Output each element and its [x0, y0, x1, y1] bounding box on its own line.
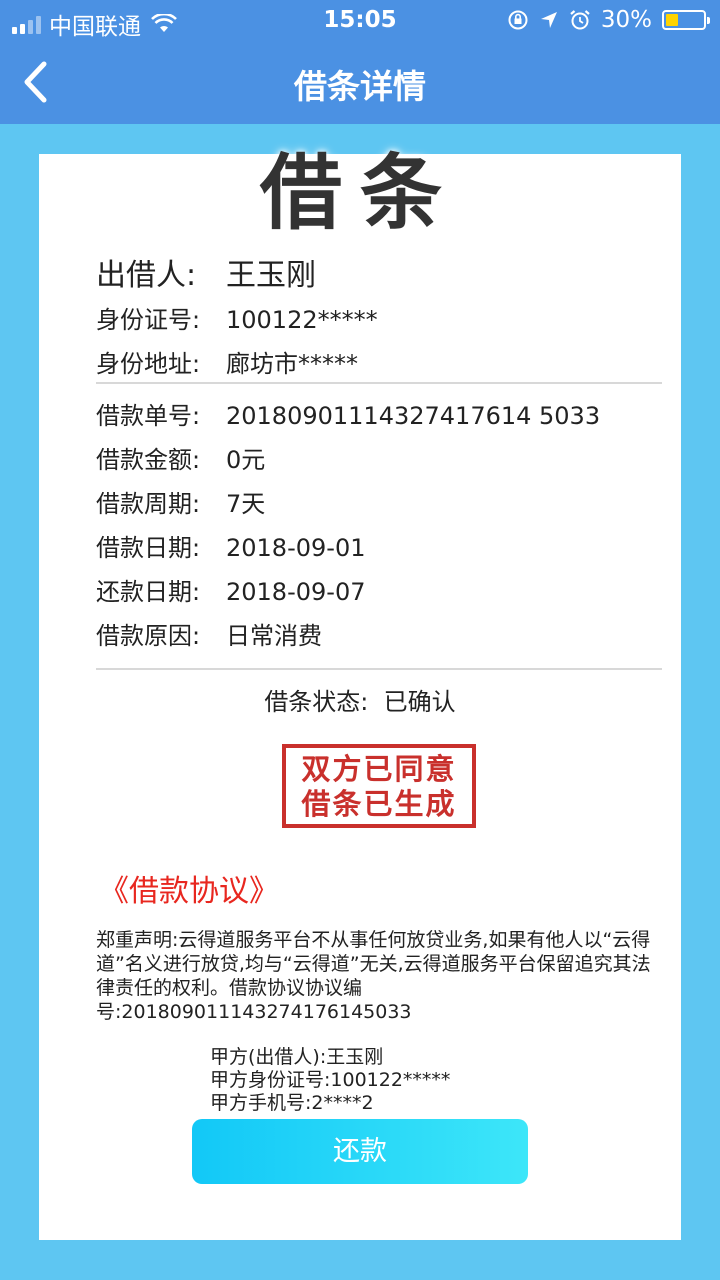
page-title: 借条详情 — [294, 67, 426, 106]
lender-label: 出借人: — [96, 258, 197, 293]
reason-row: 借款原因: 日常消费 — [96, 616, 322, 651]
amount-row: 借款金额: 0元 — [96, 440, 265, 475]
address-value: 廊坊市***** — [226, 350, 358, 378]
reason-label: 借款原因: — [96, 622, 201, 650]
party-a-phone: 甲方手机号:2****2 — [210, 1092, 374, 1114]
loan-date-label: 借款日期: — [96, 534, 201, 562]
amount-label: 借款金额: — [96, 446, 201, 474]
id-number-label: 身份证号: — [96, 306, 201, 334]
lender-value: 王玉刚 — [226, 258, 316, 293]
nav-bar: 借条详情 — [0, 40, 720, 124]
stamp-line-2: 借条已生成 — [301, 787, 457, 821]
lender-row: 出借人: 王玉刚 — [96, 250, 316, 294]
repay-date-row: 还款日期: 2018-09-07 — [96, 572, 365, 607]
period-row: 借款周期: 7天 — [96, 484, 265, 519]
amount-value: 0元 — [226, 446, 266, 474]
reason-value: 日常消费 — [226, 622, 322, 650]
disclaimer-statement: 郑重声明:云得道服务平台不从事任何放贷业务,如果有他人以“云得道”名义进行放贷,… — [96, 929, 651, 1023]
address-row: 身份地址: 廊坊市***** — [96, 344, 358, 379]
loan-date-row: 借款日期: 2018-09-01 — [96, 528, 365, 563]
status-bar: 中国联通 15:05 30% — [0, 0, 720, 40]
loan-agreement-link[interactable]: 《借款协议》 — [99, 866, 279, 910]
repay-date-value: 2018-09-07 — [226, 578, 366, 606]
loan-no-label: 借款单号: — [96, 402, 201, 430]
address-label: 身份地址: — [96, 350, 201, 378]
repay-date-label: 还款日期: — [96, 578, 201, 606]
agreement-stamp: 双方已同意 借条已生成 — [282, 744, 476, 828]
battery-icon — [662, 10, 710, 30]
status-right: 30% — [507, 7, 710, 33]
loan-no-value: 20180901114327417614 5033 — [226, 402, 601, 430]
battery-percent: 30% — [600, 7, 652, 33]
id-number-value: 100122***** — [226, 306, 378, 334]
period-value: 7天 — [226, 490, 266, 518]
repay-button[interactable]: 还款 — [192, 1119, 528, 1184]
divider — [96, 668, 662, 670]
stamp-line-1: 双方已同意 — [301, 752, 457, 786]
loan-no-row: 借款单号: 20180901114327417614 5033 — [96, 396, 600, 431]
note-status-value: 已确认 — [383, 688, 456, 716]
note-status: 借条状态: 已确认 — [39, 682, 681, 717]
period-label: 借款周期: — [96, 490, 201, 518]
rotation-lock-icon — [508, 10, 528, 30]
note-status-label: 借条状态: — [264, 688, 369, 716]
loan-date-value: 2018-09-01 — [226, 534, 366, 562]
note-big-title: 借条 — [259, 146, 460, 241]
id-number-row: 身份证号: 100122***** — [96, 300, 378, 335]
divider — [96, 382, 662, 384]
alarm-clock-icon — [570, 10, 590, 30]
loan-note-card: 借条 出借人: 王玉刚 身份证号: 100122***** 身份地址: 廊坊市****… — [39, 146, 681, 1240]
location-arrow-icon — [540, 12, 557, 28]
